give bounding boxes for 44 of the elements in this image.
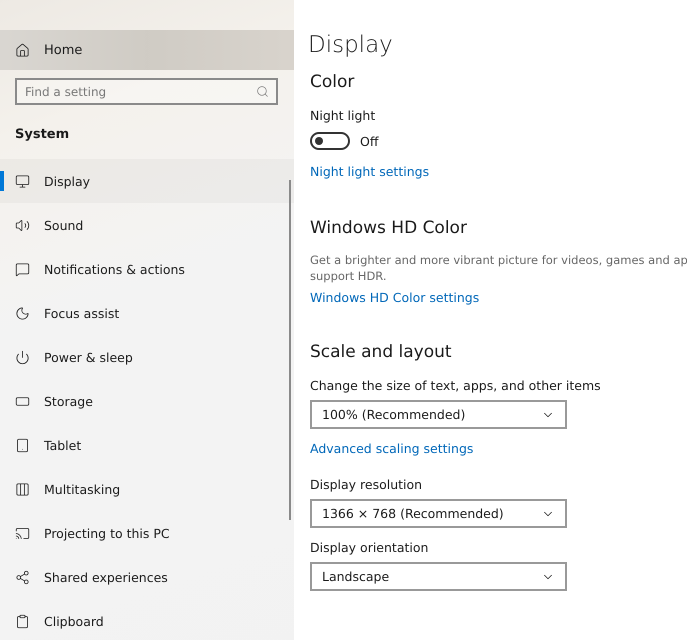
nav-item[interactable]: Projecting to this PC <box>0 511 294 555</box>
clipboard-icon <box>15 614 30 628</box>
dropdown[interactable]: 1366 × 768 (Recommended) <box>310 499 567 528</box>
nav-item[interactable]: Notifications & actions <box>0 247 294 291</box>
section-heading: Color <box>310 72 356 92</box>
nav-item[interactable]: Shared experiences <box>0 555 294 599</box>
section-heading: System <box>14 126 70 144</box>
selection-indicator <box>0 171 4 191</box>
home-icon <box>15 42 30 58</box>
toggle-state: Off <box>360 134 378 148</box>
search-field[interactable]: Find a setting <box>15 78 278 105</box>
search-icon <box>256 85 269 98</box>
setting-label: Display orientation <box>310 540 430 555</box>
setting-label: Night light <box>310 108 376 123</box>
nav-item[interactable]: Multitasking <box>0 467 294 511</box>
share-icon <box>15 570 30 584</box>
cast-icon <box>15 526 30 540</box>
nav-item[interactable]: Tablet <box>0 423 294 467</box>
section-heading: Scale and layout <box>310 342 453 362</box>
setting-label: Display resolution <box>310 477 424 492</box>
link[interactable]: Advanced scaling settings <box>310 441 474 456</box>
nav-item[interactable]: Storage <box>0 379 294 423</box>
link[interactable]: Night light settings <box>310 164 430 179</box>
speaker-icon <box>15 218 30 232</box>
moon-icon <box>15 306 30 320</box>
nav-item[interactable]: Focus assist <box>0 291 294 335</box>
nav-item[interactable]: Power & sleep <box>0 335 294 379</box>
home-nav-item[interactable]: Home <box>0 30 294 70</box>
page-title: Display <box>308 32 394 58</box>
nav-item[interactable]: Display <box>0 159 294 203</box>
toggle-switch[interactable] <box>310 132 350 150</box>
tablet-icon <box>15 438 30 452</box>
nav-item[interactable]: Sound <box>0 203 294 247</box>
setting-label: Change the size of text, apps, and other items <box>310 378 602 393</box>
section-heading: Windows HD Color <box>310 218 468 238</box>
dropdown[interactable]: 100% (Recommended) <box>310 400 567 429</box>
link[interactable]: Windows HD Color settings <box>310 290 480 305</box>
nav-item[interactable]: Clipboard <box>0 599 294 640</box>
columns-icon <box>15 482 30 496</box>
description-text: Get a brighter and more vibrant picture for videos, games and ap support HDR. <box>310 252 687 284</box>
speech-bubble-icon <box>15 262 30 276</box>
power-icon <box>15 350 30 364</box>
dropdown[interactable]: Landscape <box>310 562 567 591</box>
monitor-icon <box>15 174 30 188</box>
